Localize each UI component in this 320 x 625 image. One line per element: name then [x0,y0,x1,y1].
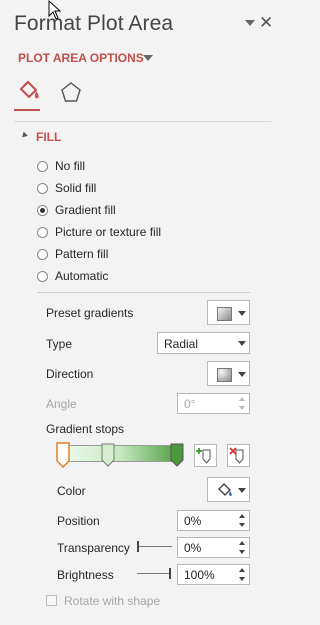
fill-section-header[interactable]: FILL [36,130,61,144]
radio-label: Automatic [55,269,109,283]
spin-up-icon[interactable] [239,541,245,545]
radio-automatic[interactable]: Automatic [37,267,108,285]
chevron-down-icon [238,311,246,316]
gradient-stops-bar[interactable] [58,445,182,462]
slider-track [138,546,172,547]
spin-up-icon[interactable] [239,568,245,572]
brightness-value: 100% [184,568,215,582]
type-label: Type [46,337,73,351]
radio-solid-fill[interactable]: Solid fill [37,179,96,197]
gradient-swatch-icon [217,307,232,321]
gradient-stop-handle[interactable] [101,443,115,470]
paint-bucket-icon [19,80,39,99]
gradient-stops-label: Gradient stops [46,422,125,436]
spin-down-icon [239,406,245,410]
spin-down-icon[interactable] [239,523,245,527]
slider-thumb[interactable] [137,541,139,552]
paint-bucket-icon [218,483,232,496]
radio-label: Solid fill [55,181,97,195]
active-tab-indicator [14,109,40,111]
radio-button[interactable] [37,248,48,260]
radio-button[interactable] [37,182,48,194]
angle-value: 0° [184,397,196,411]
chevron-down-icon [238,341,246,346]
radio-label: Pattern fill [55,247,109,261]
radio-button[interactable] [37,270,48,282]
slider-thumb[interactable] [169,568,171,579]
color-picker-button[interactable] [207,477,250,502]
preset-gradients-dropdown[interactable] [207,300,250,325]
plot-area-options-dropdown[interactable]: PLOT AREA OPTIONS [18,51,144,65]
position-value: 0% [184,514,202,528]
type-value: Radial [164,337,199,351]
rotate-with-shape-label: Rotate with shape [64,594,161,608]
transparency-label: Transparency [57,541,130,555]
radio-label: Picture or texture fill [55,225,162,239]
position-input[interactable]: 0% [177,510,250,531]
gradient-stop-handle[interactable] [56,442,70,471]
pane-options-chevron-icon[interactable] [245,20,255,26]
type-select[interactable]: Radial [157,332,250,354]
brightness-label: Brightness [57,568,114,582]
rotate-with-shape-checkbox[interactable] [46,595,57,606]
radio-pattern-fill[interactable]: Pattern fill [37,245,108,263]
brightness-slider[interactable] [136,567,172,581]
pane-title: Format Plot Area [14,12,174,35]
pentagon-icon [61,82,81,102]
direction-label: Direction [46,367,94,381]
radio-label: No fill [55,159,86,173]
spin-up-icon[interactable] [239,514,245,518]
transparency-input[interactable]: 0% [177,537,250,558]
collapse-fill-icon[interactable] [20,131,28,140]
remove-stop-icon [229,447,244,464]
radio-button[interactable] [37,160,48,172]
spin-up-icon [239,397,245,401]
transparency-value: 0% [184,541,202,555]
remove-gradient-stop-button[interactable] [227,444,250,467]
spin-down-icon[interactable] [239,577,245,581]
radio-button[interactable] [37,226,48,238]
color-label: Color [57,484,86,498]
tab-separator [14,121,271,122]
angle-label: Angle [46,397,77,411]
radio-button[interactable] [37,204,48,216]
brightness-input[interactable]: 100% [177,564,250,585]
section-dropdown-icon[interactable] [143,55,153,61]
spin-down-icon[interactable] [239,550,245,554]
radio-label: Gradient fill [55,203,116,217]
radio-no-fill[interactable]: No fill [37,157,85,175]
add-gradient-stop-button[interactable] [194,444,217,467]
add-stop-icon [196,448,211,464]
transparency-slider[interactable] [136,540,172,554]
radio-picture-texture-fill[interactable]: Picture or texture fill [37,223,161,241]
chevron-down-icon [238,488,246,493]
angle-input: 0° [177,393,250,414]
slider-track [137,573,171,574]
fill-line-tab[interactable] [16,80,42,107]
close-icon[interactable]: ✕ [259,13,273,33]
position-label: Position [57,514,100,528]
section-divider [37,292,250,293]
radio-gradient-fill[interactable]: Gradient fill [37,201,116,219]
gradient-stop-handle[interactable] [170,443,184,470]
direction-swatch-icon [217,368,232,382]
direction-dropdown[interactable] [207,361,250,386]
effects-tab[interactable] [60,81,82,106]
chevron-down-icon [238,372,246,377]
preset-gradients-label: Preset gradients [46,306,134,320]
